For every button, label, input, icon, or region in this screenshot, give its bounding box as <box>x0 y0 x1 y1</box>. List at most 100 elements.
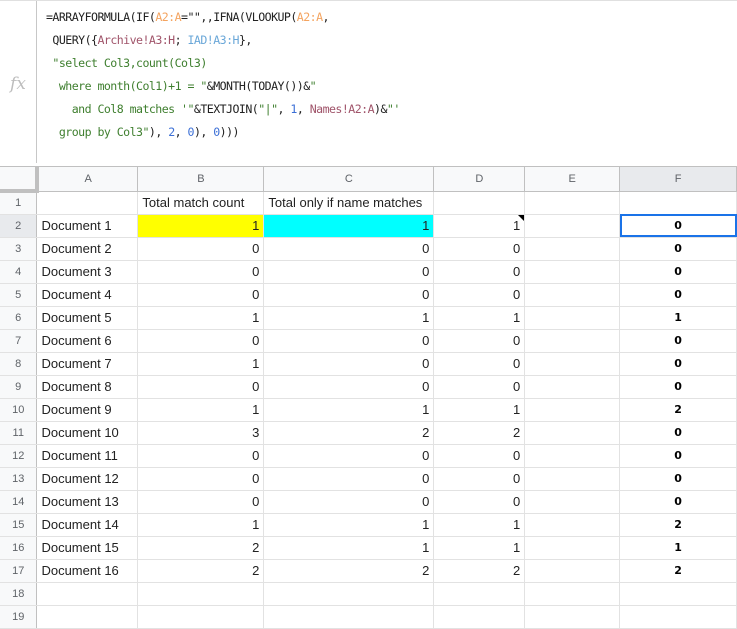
cell-b12[interactable]: 0 <box>137 444 265 468</box>
cell-a3[interactable]: Document 2 <box>36 237 139 261</box>
cell-b4[interactable]: 0 <box>137 260 265 284</box>
row-header[interactable]: 19 <box>0 605 38 629</box>
cell-a11[interactable]: Document 10 <box>36 421 139 445</box>
cell-f11[interactable]: 0 <box>619 421 737 445</box>
cell-e7[interactable] <box>524 329 621 353</box>
cell-e3[interactable] <box>524 237 621 261</box>
cell-e10[interactable] <box>524 398 621 422</box>
cell-e18[interactable] <box>524 582 621 606</box>
cell-b8[interactable]: 1 <box>137 352 265 376</box>
cell-f7[interactable]: 0 <box>619 329 737 353</box>
cell-d9[interactable]: 0 <box>433 375 526 399</box>
cell-c9[interactable]: 0 <box>263 375 435 399</box>
cell-a19[interactable] <box>36 605 139 629</box>
cell-c12[interactable]: 0 <box>263 444 435 468</box>
cell-c3[interactable]: 0 <box>263 237 435 261</box>
cell-d12[interactable]: 0 <box>433 444 526 468</box>
cell-b16[interactable]: 2 <box>137 536 265 560</box>
cell-c6[interactable]: 1 <box>263 306 435 330</box>
cell-a16[interactable]: Document 15 <box>36 536 139 560</box>
row-header[interactable]: 1 <box>0 191 38 215</box>
cell-f19[interactable] <box>619 605 737 629</box>
row-header[interactable]: 3 <box>0 237 38 261</box>
row-header[interactable]: 5 <box>0 283 38 307</box>
cell-d5[interactable]: 0 <box>433 283 526 307</box>
cell-d11[interactable]: 2 <box>433 421 526 445</box>
cell-b17[interactable]: 2 <box>137 559 265 583</box>
cell-c18[interactable] <box>263 582 435 606</box>
row-header[interactable]: 4 <box>0 260 38 284</box>
cell-d2[interactable]: 1 <box>433 214 526 238</box>
cell-c17[interactable]: 2 <box>263 559 435 583</box>
cell-e4[interactable] <box>524 260 621 284</box>
cell-d4[interactable]: 0 <box>433 260 526 284</box>
cell-b19[interactable] <box>137 605 265 629</box>
cell-b14[interactable]: 0 <box>137 490 265 514</box>
cell-a18[interactable] <box>36 582 139 606</box>
cell-b5[interactable]: 0 <box>137 283 265 307</box>
cell-e13[interactable] <box>524 467 621 491</box>
cell-e17[interactable] <box>524 559 621 583</box>
row-header[interactable]: 14 <box>0 490 38 514</box>
cell-d6[interactable]: 1 <box>433 306 526 330</box>
row-header[interactable]: 7 <box>0 329 38 353</box>
cell-a13[interactable]: Document 12 <box>36 467 139 491</box>
cell-f8[interactable]: 0 <box>619 352 737 376</box>
cell-b1[interactable]: Total match count <box>137 191 265 215</box>
cell-c16[interactable]: 1 <box>263 536 435 560</box>
cell-d18[interactable] <box>433 582 526 606</box>
column-header-c[interactable]: C <box>263 167 435 192</box>
cell-d16[interactable]: 1 <box>433 536 526 560</box>
cell-f17[interactable]: 2 <box>619 559 737 583</box>
cell-e6[interactable] <box>524 306 621 330</box>
row-header[interactable]: 12 <box>0 444 38 468</box>
cell-b7[interactable]: 0 <box>137 329 265 353</box>
cell-a15[interactable]: Document 14 <box>36 513 139 537</box>
cell-d8[interactable]: 0 <box>433 352 526 376</box>
row-header[interactable]: 11 <box>0 421 38 445</box>
cell-d7[interactable]: 0 <box>433 329 526 353</box>
cell-f12[interactable]: 0 <box>619 444 737 468</box>
cell-f3[interactable]: 0 <box>619 237 737 261</box>
formula-bar[interactable]: fx =ARRAYFORMULA(IF(A2:A="",,IFNA(VLOOKU… <box>0 0 737 167</box>
cell-b15[interactable]: 1 <box>137 513 265 537</box>
cell-b18[interactable] <box>137 582 265 606</box>
row-header[interactable]: 18 <box>0 582 38 606</box>
cell-a10[interactable]: Document 9 <box>36 398 139 422</box>
cell-a9[interactable]: Document 8 <box>36 375 139 399</box>
cell-f1[interactable] <box>619 191 737 215</box>
cell-c11[interactable]: 2 <box>263 421 435 445</box>
cell-a8[interactable]: Document 7 <box>36 352 139 376</box>
cell-e9[interactable] <box>524 375 621 399</box>
cell-c5[interactable]: 0 <box>263 283 435 307</box>
cell-c10[interactable]: 1 <box>263 398 435 422</box>
cell-f6[interactable]: 1 <box>619 306 737 330</box>
formula-text[interactable]: =ARRAYFORMULA(IF(A2:A="",,IFNA(VLOOKUP(A… <box>46 6 400 144</box>
column-header-e[interactable]: E <box>524 167 621 192</box>
cell-e19[interactable] <box>524 605 621 629</box>
column-header-f[interactable]: F <box>619 167 737 192</box>
cell-c19[interactable] <box>263 605 435 629</box>
cell-f15[interactable]: 2 <box>619 513 737 537</box>
cell-d14[interactable]: 0 <box>433 490 526 514</box>
cell-f10[interactable]: 2 <box>619 398 737 422</box>
row-header[interactable]: 10 <box>0 398 38 422</box>
cell-f18[interactable] <box>619 582 737 606</box>
cell-d15[interactable]: 1 <box>433 513 526 537</box>
cell-a7[interactable]: Document 6 <box>36 329 139 353</box>
cell-a14[interactable]: Document 13 <box>36 490 139 514</box>
cell-d19[interactable] <box>433 605 526 629</box>
cell-c13[interactable]: 0 <box>263 467 435 491</box>
cell-a17[interactable]: Document 16 <box>36 559 139 583</box>
row-header[interactable]: 2 <box>0 214 38 238</box>
cell-b13[interactable]: 0 <box>137 467 265 491</box>
cell-e2[interactable] <box>524 214 621 238</box>
cell-f4[interactable]: 0 <box>619 260 737 284</box>
cell-a6[interactable]: Document 5 <box>36 306 139 330</box>
cell-c15[interactable]: 1 <box>263 513 435 537</box>
cell-d13[interactable]: 0 <box>433 467 526 491</box>
cell-e11[interactable] <box>524 421 621 445</box>
cell-c8[interactable]: 0 <box>263 352 435 376</box>
row-header[interactable]: 8 <box>0 352 38 376</box>
cell-c1[interactable]: Total only if name matches <box>263 191 435 215</box>
